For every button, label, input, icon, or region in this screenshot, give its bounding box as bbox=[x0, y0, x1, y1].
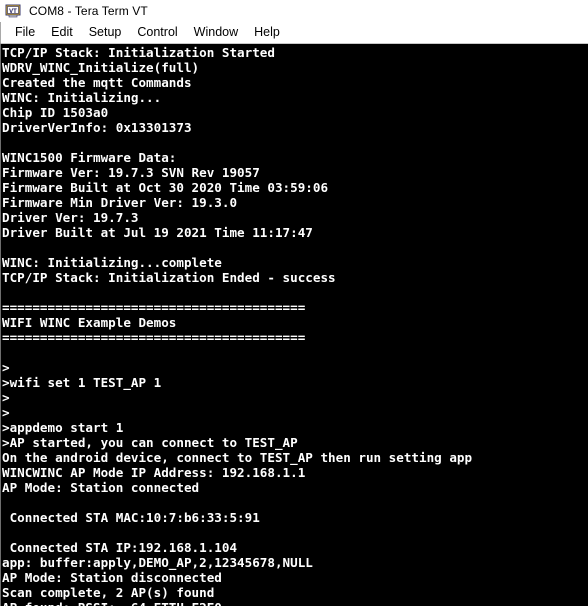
terminal-line: WINC1500 Firmware Data: bbox=[2, 150, 177, 165]
terminal-line: Connected STA MAC:10:7:b6:33:5:91 bbox=[2, 510, 260, 525]
terminal-line: WINCWINC AP Mode IP Address: 192.168.1.1 bbox=[2, 465, 306, 480]
terminal-line: AP Mode: Station connected bbox=[2, 480, 200, 495]
terminal-line: >AP started, you can connect to TEST_AP bbox=[2, 435, 298, 450]
terminal-line: On the android device, connect to TEST_A… bbox=[2, 450, 473, 465]
terminal-line: ======================================== bbox=[2, 300, 306, 315]
terminal-line: Firmware Built at Oct 30 2020 Time 03:59… bbox=[2, 180, 329, 195]
tera-term-vt-icon: VT bbox=[5, 3, 21, 19]
terminal-line: > bbox=[2, 390, 10, 405]
terminal-line: Firmware Ver: 19.7.3 SVN Rev 19057 bbox=[2, 165, 260, 180]
menu-item-control[interactable]: Control bbox=[129, 23, 185, 42]
terminal-line: > bbox=[2, 360, 10, 375]
terminal-line: AP Mode: Station disconnected bbox=[2, 570, 222, 585]
terminal-line: Created the mqtt Commands bbox=[2, 75, 192, 90]
terminal-line: >appdemo start 1 bbox=[2, 420, 124, 435]
terminal-line: AP found: RSSI: -64 FTTH-F2E0 bbox=[2, 600, 588, 606]
svg-text:VT: VT bbox=[9, 9, 17, 15]
title-bar: VT COM8 - Tera Term VT bbox=[0, 0, 588, 22]
terminal-line: app: buffer:apply,DEMO_AP,2,12345678,NUL… bbox=[2, 555, 313, 570]
menu-item-edit[interactable]: Edit bbox=[43, 23, 81, 42]
terminal-line: ======================================== bbox=[2, 330, 306, 345]
terminal-line: Chip ID 1503a0 bbox=[2, 105, 109, 120]
terminal-line: Scan complete, 2 AP(s) found bbox=[2, 585, 215, 600]
terminal-line: Connected STA IP:192.168.1.104 bbox=[2, 540, 238, 555]
menu-item-setup[interactable]: Setup bbox=[81, 23, 130, 42]
terminal-line: TCP/IP Stack: Initialization Started bbox=[2, 45, 275, 60]
menu-item-window[interactable]: Window bbox=[186, 23, 246, 42]
terminal-line: >wifi set 1 TEST_AP 1 bbox=[2, 375, 162, 390]
terminal-line: WINC: Initializing... bbox=[2, 90, 162, 105]
terminal-line: WDRV_WINC_Initialize(full) bbox=[2, 60, 200, 75]
terminal-line: TCP/IP Stack: Initialization Ended - suc… bbox=[2, 270, 336, 285]
menu-item-help[interactable]: Help bbox=[246, 23, 288, 42]
tera-term-window: VT COM8 - Tera Term VT File Edit Setup C… bbox=[0, 0, 588, 606]
terminal-output[interactable]: TCP/IP Stack: Initialization Started WDRV… bbox=[1, 44, 588, 606]
window-title: COM8 - Tera Term VT bbox=[29, 4, 148, 18]
menu-bar: File Edit Setup Control Window Help bbox=[0, 22, 588, 43]
terminal-line: Driver Built at Jul 19 2021 Time 11:17:4… bbox=[2, 225, 313, 240]
terminal-line: WINC: Initializing...complete bbox=[2, 255, 222, 270]
terminal-line: WIFI WINC Example Demos bbox=[2, 315, 177, 330]
terminal-line: > bbox=[2, 405, 10, 420]
terminal-line: DriverVerInfo: 0x13301373 bbox=[2, 120, 192, 135]
terminal-area[interactable]: TCP/IP Stack: Initialization Started WDRV… bbox=[0, 43, 588, 606]
terminal-line: Firmware Min Driver Ver: 19.3.0 bbox=[2, 195, 238, 210]
menu-item-file[interactable]: File bbox=[7, 23, 43, 42]
terminal-line: Driver Ver: 19.7.3 bbox=[2, 210, 139, 225]
